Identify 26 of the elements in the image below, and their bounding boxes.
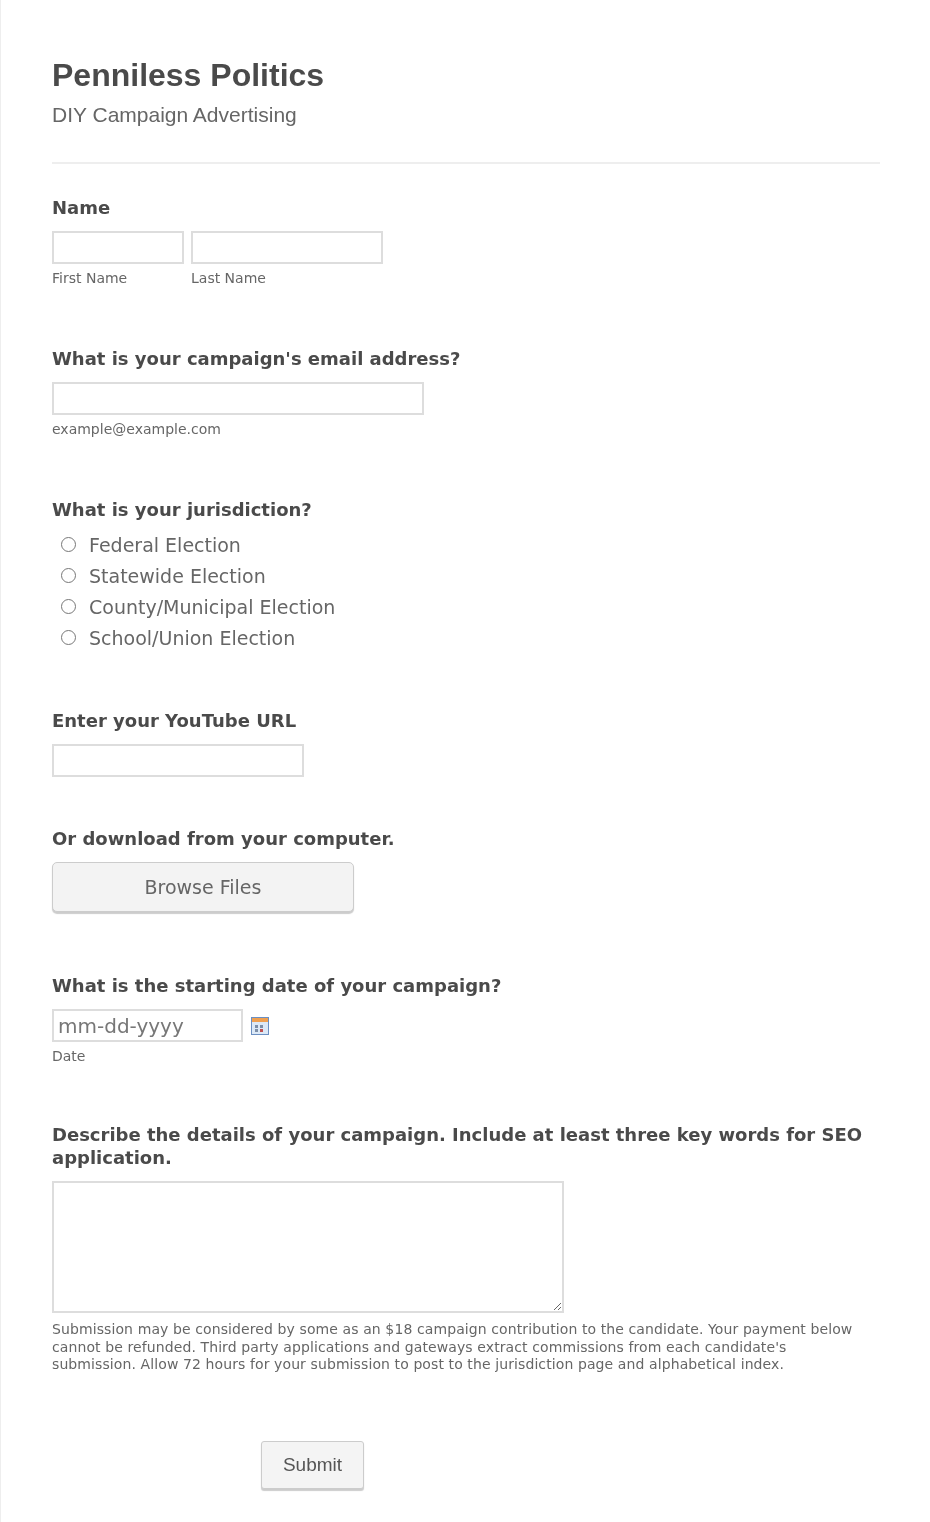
- form-subtitle: DIY Campaign Advertising: [52, 102, 298, 128]
- browse-files-button[interactable]: Browse Files: [52, 862, 354, 912]
- field-sublabel: example@example.com: [52, 421, 221, 438]
- question-label: Enter your YouTube URL: [52, 709, 298, 732]
- radio-label[interactable]: Statewide Election: [89, 564, 266, 587]
- first-name-field[interactable]: [52, 231, 184, 264]
- radio-label[interactable]: Federal Election: [89, 533, 241, 556]
- email-field[interactable]: [52, 382, 424, 415]
- radio-label[interactable]: School/Union Election: [89, 626, 296, 649]
- calendar-icon[interactable]: [251, 1016, 269, 1035]
- question-label: What is your campaign's email address?: [52, 347, 462, 370]
- submission-note: Submission may be considered by some as an $18 campaign contribution to the candidate. Your payment below cannot be refunded. Third party applications and gateways extract commissions from each candidate's submission. Allow 72 hours for your submission to post to the jurisdiction page and alphabetical index.: [52, 1321, 854, 1374]
- field-sublabel: First Name: [52, 270, 128, 287]
- form-title: Penniless Politics: [52, 56, 326, 94]
- field-sublabel: Date: [52, 1048, 86, 1065]
- question-label: What is your jurisdiction?: [52, 498, 313, 521]
- url-field[interactable]: [52, 744, 304, 777]
- radio-label[interactable]: County/Municipal Election: [89, 595, 336, 618]
- submit-button[interactable]: Submit: [261, 1440, 364, 1489]
- question-label: Describe the details of your campaign. Include at least three key words for SEO application.: [52, 1123, 864, 1169]
- question-label: What is the starting date of your campaign?: [52, 974, 503, 997]
- question-label: Name: [52, 196, 112, 219]
- last-name-field[interactable]: [191, 231, 383, 264]
- field-sublabel: Last Name: [191, 270, 266, 287]
- question-label: Or download from your computer.: [52, 827, 396, 850]
- date-field[interactable]: mm-dd-yyyy: [52, 1009, 243, 1042]
